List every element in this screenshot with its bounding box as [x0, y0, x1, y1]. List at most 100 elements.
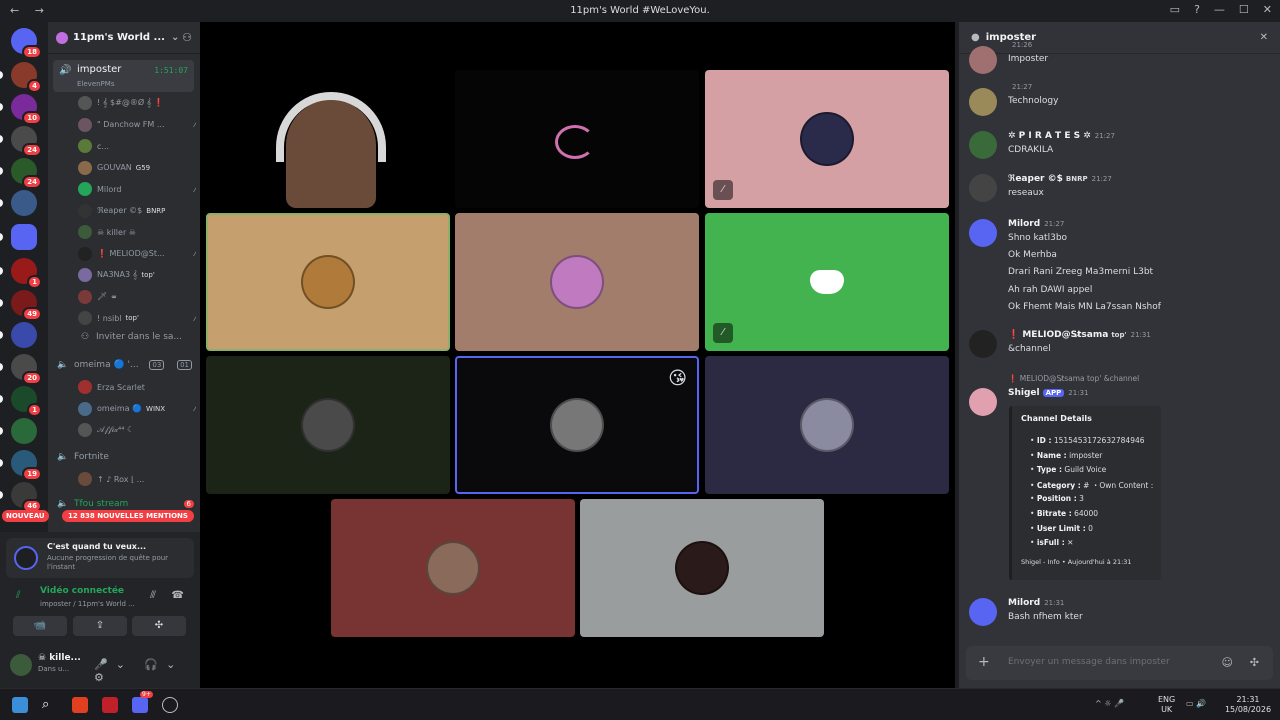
video-tile[interactable]: 😘 — [455, 356, 699, 494]
video-tile[interactable] — [206, 70, 450, 208]
avatar[interactable] — [969, 388, 997, 416]
tray-icons[interactable]: ^ ☼ 🎤 — [1095, 699, 1124, 709]
video-tile[interactable] — [206, 356, 450, 494]
author-name[interactable]: Milord — [1008, 219, 1040, 229]
voice-member[interactable]: ! 𝄞 $#@®Ø 𝄞 ❗ — [78, 94, 196, 112]
message-text: Ok Fhemt Mais MN La7ssan Nshof — [1008, 301, 1161, 312]
invite-to-voice[interactable]: ⚇ Inviter dans le sa... — [78, 328, 194, 346]
server-icon[interactable]: 1 — [11, 258, 42, 289]
windows-start-icon[interactable] — [12, 697, 28, 713]
brave-icon[interactable] — [72, 697, 88, 713]
dm-home-button[interactable]: 18 — [11, 28, 42, 59]
video-tile[interactable] — [331, 499, 575, 637]
author-name[interactable]: ✲ P I R A T E S ✲ — [1008, 131, 1091, 141]
server-icon[interactable]: 1 — [11, 386, 42, 417]
avatar[interactable] — [969, 46, 997, 74]
maximize-button[interactable]: ☐ — [1239, 3, 1249, 16]
author-name[interactable]: Milord — [1008, 598, 1040, 608]
server-icon[interactable]: 24 — [11, 158, 42, 189]
server-icon[interactable]: 10 — [11, 94, 42, 125]
voice-channel-partial[interactable]: 🔈 Tfou stream 6 — [56, 498, 194, 510]
voice-channel-imposter[interactable]: 🔊 imposter ElevenPMs 1:51:07 — [53, 60, 194, 92]
video-tile[interactable]: ⁄ — [705, 70, 949, 208]
server-icon[interactable] — [11, 190, 37, 216]
user-controls[interactable]: 🎤⌄ 🎧⌄ ⚙ — [94, 658, 200, 684]
new-pill[interactable]: NOUVEAU — [2, 510, 49, 522]
voice-channel-fortnite[interactable]: 🔈 Fortnite — [56, 448, 194, 466]
unread-pip — [0, 395, 3, 403]
avatar[interactable] — [969, 330, 997, 358]
video-tile[interactable] — [580, 499, 824, 637]
voice-member[interactable]: Erza Scarlet — [78, 378, 196, 396]
reply-preview[interactable]: ❗ MELIOD@St̷sama top' &channel — [1008, 374, 1139, 383]
video-tile[interactable] — [455, 213, 699, 351]
voice-member[interactable]: ℜeaper ©$ BNRP — [78, 202, 196, 220]
connection-location[interactable]: imposter / 11pm's World ... — [40, 600, 135, 608]
voice-member[interactable]: ❗ MELIOD@St... ⁄ — [78, 245, 196, 263]
app-icon[interactable] — [102, 697, 118, 713]
server-icon[interactable] — [11, 224, 37, 250]
video-tile[interactable]: ⁄ — [705, 213, 949, 351]
author-name[interactable]: Shigel — [1008, 388, 1040, 398]
server-icon[interactable]: 24 — [11, 126, 42, 157]
member-name: ↑ ♪ Rox ⌊ ... — [97, 474, 145, 484]
author-name[interactable]: ℜeaper ©$ — [1008, 174, 1063, 184]
server-icon[interactable] — [11, 418, 37, 444]
apps-icon[interactable]: ✣ — [1250, 656, 1259, 669]
timestamp: 21:31 — [1044, 599, 1065, 607]
search-icon[interactable]: ⌕ — [42, 697, 58, 713]
invite-people-icon[interactable]: ⚇ — [182, 31, 192, 44]
close-icon[interactable]: ✕ — [1260, 32, 1268, 43]
voice-member[interactable]: ↑ ♪ Rox ⌊ ... — [78, 470, 196, 488]
server-icon[interactable]: 4 — [11, 62, 42, 93]
app-icon[interactable] — [162, 697, 178, 713]
voice-member[interactable]: ☠ killer ☠ — [78, 223, 196, 241]
quest-card[interactable]: C'est quand tu veux... Aucune progressio… — [6, 538, 194, 578]
avatar[interactable] — [969, 88, 997, 116]
minimize-button[interactable]: — — [1214, 3, 1225, 16]
voice-channel-omeima[interactable]: 🔈 omeima 🔵 '... 03 01 — [56, 356, 194, 374]
server-icon[interactable]: 19 — [11, 450, 42, 481]
server-icon[interactable]: 20 — [11, 354, 42, 385]
clock[interactable]: 21:31 15/08/2026 — [1222, 695, 1274, 715]
voice-member[interactable]: GOUVAN G59 — [78, 159, 196, 177]
avatar[interactable] — [969, 131, 997, 159]
voice-member[interactable]: Milord ⁄ — [78, 180, 196, 198]
video-tile[interactable] — [705, 356, 949, 494]
guild-header[interactable]: 11pm's World ... ⌄ ⚇ — [48, 22, 200, 54]
help-icon[interactable]: ? — [1194, 3, 1200, 16]
activities-button[interactable]: ✣ — [132, 616, 186, 636]
video-tile[interactable] — [206, 213, 450, 351]
message-input[interactable]: + Envoyer un message dans imposter ☺ ✣ — [966, 646, 1273, 680]
channel-name: Fortnite — [74, 452, 109, 462]
signal-icon[interactable]: ⫽ — [16, 590, 20, 601]
mentions-pill[interactable]: 12 838 NOUVELLES MENTIONS — [62, 510, 194, 522]
camera-button[interactable]: 📹 — [13, 616, 67, 636]
server-icon[interactable] — [11, 322, 37, 348]
voice-member[interactable]: ! nsibl top' ⁄ — [78, 309, 196, 327]
language-indicator[interactable]: ENG UK — [1158, 695, 1175, 715]
server-icon[interactable]: 46 — [11, 482, 42, 513]
screen-share-button[interactable]: ⇪ — [73, 616, 127, 636]
close-button[interactable]: ✕ — [1263, 3, 1272, 16]
voice-member[interactable]: 𝒜𝒻𝒻𝒾𝓍⁴⁴ ☾ — [78, 421, 196, 439]
avatar[interactable] — [969, 598, 997, 626]
avatar[interactable] — [969, 219, 997, 247]
author-name[interactable]: ❗ MELIOD@St̷sama — [1008, 330, 1108, 340]
voice-member[interactable]: c... — [78, 137, 196, 155]
server-icon[interactable]: 49 — [11, 290, 42, 321]
emoji-icon[interactable]: ☺ — [1222, 656, 1233, 669]
disconnect-icon[interactable]: ☎ — [172, 590, 184, 601]
discord-taskbar-icon[interactable] — [132, 697, 148, 713]
avatar[interactable] — [10, 654, 32, 676]
inbox-icon[interactable]: ▭ — [1170, 3, 1180, 16]
noise-suppression-icon[interactable]: ⫻ — [150, 590, 156, 601]
video-tile[interactable] — [455, 70, 699, 208]
voice-member[interactable]: 🗡 ∞ — [78, 288, 196, 306]
avatar[interactable] — [969, 174, 997, 202]
voice-member[interactable]: " Danchow FM ... ⁄ — [78, 116, 196, 134]
voice-member[interactable]: NA3NA3 𝄞 top' — [78, 266, 196, 284]
voice-member[interactable]: omeima 🔵 WINX ⁄ — [78, 400, 196, 418]
network-volume-icons[interactable]: ▭ 🔊 — [1186, 699, 1206, 709]
add-attachment-icon[interactable]: + — [978, 654, 990, 670]
